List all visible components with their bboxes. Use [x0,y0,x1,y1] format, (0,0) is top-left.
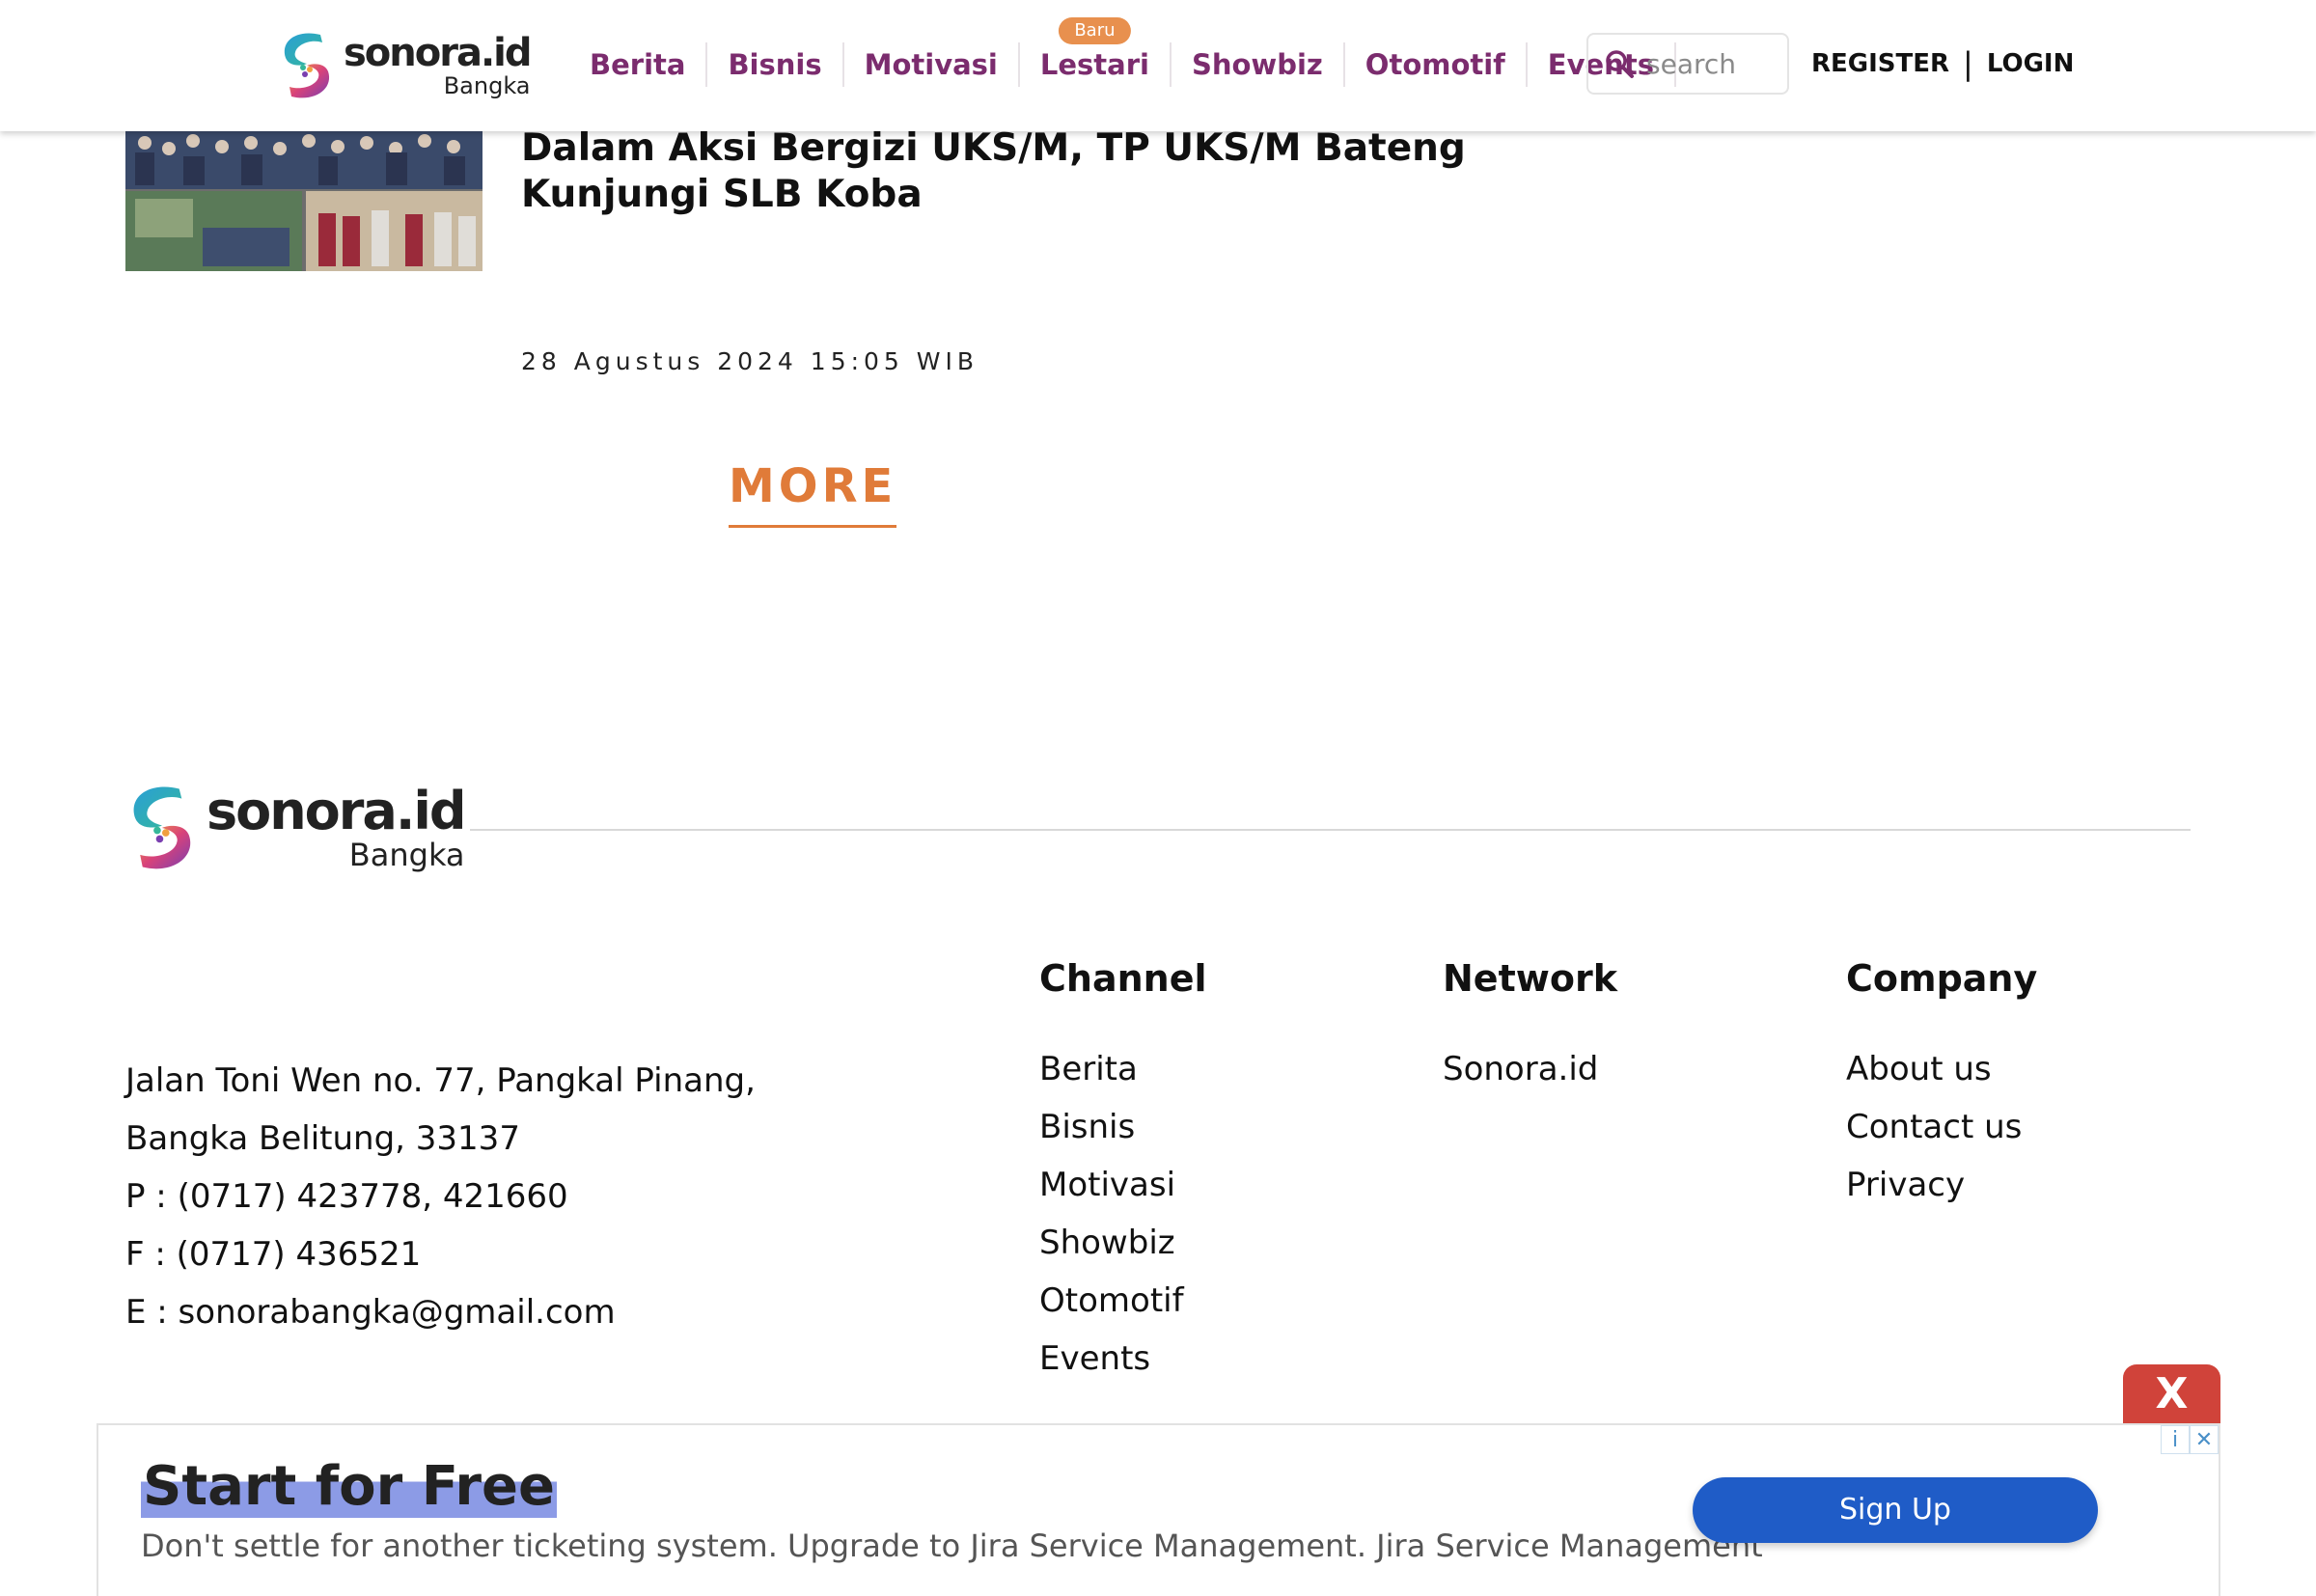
footer-link-berita[interactable]: Berita [1039,1040,1207,1098]
column-heading: Channel [1039,957,1207,1000]
auth-links: REGISTER | LOGIN [1811,44,2074,83]
search-box[interactable] [1586,33,1789,95]
email-line: E : sonorabangka@gmail.com [125,1293,616,1332]
logo-subtitle: Bangka [443,72,531,99]
footer-column-channel: Channel Berita Bisnis Motivasi Showbiz O… [1039,957,1207,1388]
footer-link-otomotif[interactable]: Otomotif [1039,1272,1207,1330]
footer-link-privacy[interactable]: Privacy [1846,1156,2037,1214]
footer-link-showbiz[interactable]: Showbiz [1039,1214,1207,1272]
footer-divider [470,829,2191,831]
ad-choices: i ✕ [2161,1425,2219,1454]
login-link[interactable]: LOGIN [1987,49,2075,78]
ad-title-text: Start for Free [141,1455,557,1518]
search-icon[interactable] [1604,48,1635,79]
logo-wordmark: sonora.id [207,781,467,841]
nav-label: Showbiz [1191,48,1323,81]
footer-logo[interactable]: sonora.id Bangka [125,780,467,876]
sonora-logo-icon [125,780,199,876]
ad-title[interactable]: Start for Free [141,1455,557,1518]
nav-item-otomotif[interactable]: Otomotif [1345,42,1528,87]
new-badge: Baru [1059,17,1131,44]
footer-link-about[interactable]: About us [1846,1040,2037,1098]
ad-x-icon[interactable]: ✕ [2190,1425,2219,1454]
logo-subtitle: Bangka [348,837,465,873]
article-title[interactable]: Dalam Aksi Bergizi UKS/M, TP UKS/M Baten… [521,125,1505,218]
nav-item-motivasi[interactable]: Motivasi [844,42,1020,87]
fax-line: F : (0717) 436521 [125,1235,422,1274]
nav-item-berita[interactable]: Berita [569,42,708,87]
nav-label: Motivasi [864,48,998,81]
footer-address: Jalan Toni Wen no. 77, Pangkal Pinang, B… [125,1052,756,1341]
search-input[interactable] [1646,47,1781,80]
ad-banner[interactable]: i ✕ Start for Free Don't settle for anot… [96,1423,2220,1596]
article-thumbnail[interactable] [125,131,482,271]
nav-label: Bisnis [728,48,822,81]
footer-link-sonora[interactable]: Sonora.id [1443,1040,1617,1098]
article-date: 28 Agustus 2024 15:05 WIB [521,347,979,375]
nav-item-showbiz[interactable]: Showbiz [1172,42,1345,87]
nav-label: Berita [590,48,686,81]
auth-separator: | [1963,45,1973,82]
logo-wordmark: sonora.id [344,31,533,75]
register-link[interactable]: REGISTER [1811,49,1949,78]
footer-link-motivasi[interactable]: Motivasi [1039,1156,1207,1214]
address-line: Jalan Toni Wen no. 77, Pangkal Pinang, [125,1061,756,1100]
footer-column-company: Company About us Contact us Privacy [1846,957,2037,1214]
footer-column-network: Network Sonora.id [1443,957,1617,1098]
ad-description: Don't settle for another ticketing syste… [141,1527,1763,1564]
sonora-logo-icon [278,29,336,102]
phone-line: P : (0717) 423778, 421660 [125,1177,568,1216]
main-nav: Berita Bisnis Motivasi Baru Lestari Show… [569,17,1676,87]
nav-label: Lestari [1039,48,1149,81]
more-button[interactable]: MORE [729,459,897,528]
column-heading: Network [1443,957,1617,1000]
nav-label: Otomotif [1365,48,1505,81]
thumbnail-collage [125,131,482,271]
nav-item-lestari[interactable]: Baru Lestari [1020,17,1172,87]
site-header: sonora.id Bangka Berita Bisnis Motivasi … [0,0,2316,131]
ad-signup-button[interactable]: Sign Up [1693,1477,2098,1543]
footer-link-events[interactable]: Events [1039,1330,1207,1388]
footer-link-bisnis[interactable]: Bisnis [1039,1098,1207,1156]
nav-item-bisnis[interactable]: Bisnis [707,42,844,87]
site-logo[interactable]: sonora.id Bangka [278,29,533,102]
address-line: Bangka Belitung, 33137 [125,1119,520,1158]
column-heading: Company [1846,957,2038,1000]
footer-link-contact[interactable]: Contact us [1846,1098,2037,1156]
ad-info-icon[interactable]: i [2161,1425,2190,1454]
ad-close-button[interactable]: X [2123,1364,2220,1424]
